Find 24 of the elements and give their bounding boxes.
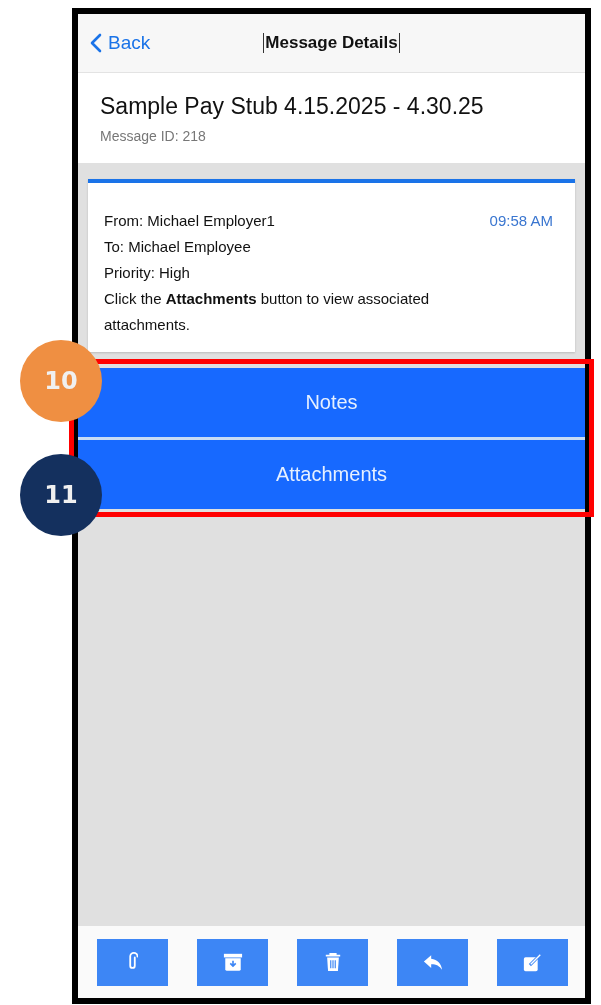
trash-icon [323,952,342,972]
message-id: Message ID: 218 [100,128,207,144]
toolbar-button[interactable] [497,938,568,986]
back-link[interactable]: Back [90,32,151,54]
toolbar-button[interactable] [297,938,368,986]
action-button[interactable]: Notes [78,368,585,437]
archive-icon [222,952,243,972]
message-time: 09:58 AM [489,211,553,231]
step-number-badge: 11 [20,454,102,536]
paperclip-icon [127,952,138,972]
step-number-badge: 10 [20,340,102,422]
message-subject: Sample Pay Stub 4.15.2025 - 4.30.25 [100,93,485,120]
screen-title: Message Details [263,33,400,53]
priority-text: Priority: High [104,263,191,283]
message-body: Click the Attachments button to view associated attachments. [104,289,431,335]
sender-text: From: Michael Employer1 [104,211,275,231]
toolbar-button[interactable] [97,938,168,986]
recipient-text: To: Michael Employee [104,237,252,257]
toolbar-button[interactable] [397,938,468,986]
action-button[interactable]: Attachments [78,440,585,509]
toolbar-button[interactable] [197,938,268,986]
chevron-left-icon [90,33,102,53]
reply-icon [422,953,443,971]
compose-icon [523,952,542,972]
